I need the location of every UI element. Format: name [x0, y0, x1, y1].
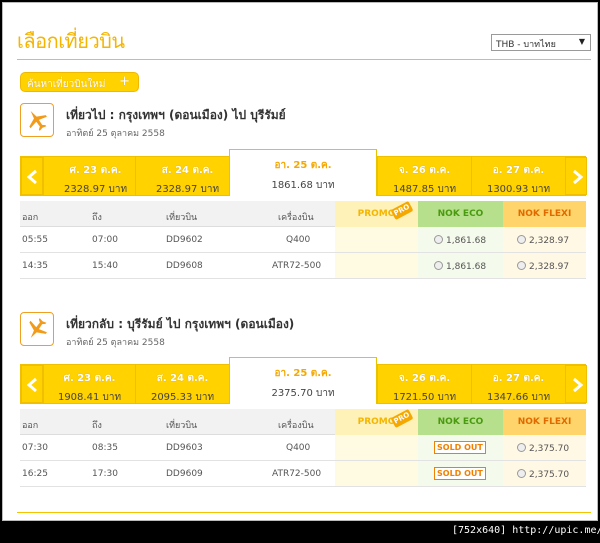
return-route-date: อาทิตย์ 25 ตุลาคม 2558	[66, 338, 165, 348]
flexi-fare-cell: 2,375.70	[503, 461, 586, 486]
promo-fare-header: PROMO PRO	[335, 408, 418, 435]
return-date-option[interactable]: ส. 24 ต.ค. 2095.33 บาท	[135, 365, 229, 403]
radio-button[interactable]	[517, 261, 526, 270]
outbound-date-strip: ศ. 23 ต.ค. 2328.97 บาท ส. 24 ต.ค. 2328.9…	[20, 149, 587, 196]
currency-select[interactable]: THB - บาทไทย ▼	[491, 34, 591, 51]
new-search-button[interactable]: ค้นหาเที่ยวบินใหม่ +	[20, 72, 139, 92]
outbound-date-option[interactable]: อ. 27 ต.ค. 1300.93 บาท	[471, 157, 565, 195]
radio-button[interactable]	[517, 469, 526, 478]
flight-header: เที่ยวบิน	[166, 213, 198, 223]
table-row: 16:25 17:30 DD9609 ATR72-500 SOLD OUT 2,…	[20, 461, 586, 487]
flight-header: เที่ยวบิน	[166, 421, 198, 431]
flexi-fare-option[interactable]: 2,375.70	[517, 469, 569, 480]
title-divider	[17, 59, 591, 60]
nok-eco-header: NOK ECO	[418, 201, 503, 227]
bottom-divider	[17, 512, 591, 513]
eco-fare-cell: SOLD OUT	[418, 435, 503, 460]
return-table-header: ออก ถึง เที่ยวบิน เครื่องบิน PROMO PRO N…	[20, 408, 586, 435]
arrive-header: ถึง	[92, 421, 102, 431]
chevron-right-icon	[573, 378, 583, 392]
outbound-route-title: เที่ยวไป : กรุงเทพฯ (ดอนเมือง) ไป บุรีรั…	[66, 108, 286, 122]
radio-button[interactable]	[517, 443, 526, 452]
flexi-fare-option[interactable]: 2,328.97	[517, 261, 569, 272]
nok-eco-header: NOK ECO	[418, 409, 503, 435]
return-prev-dates-button[interactable]	[21, 365, 43, 403]
eco-fare-cell: 1,861.68	[418, 227, 503, 252]
outbound-prev-dates-button[interactable]	[21, 157, 43, 195]
pro-tag-icon: PRO	[390, 200, 414, 221]
return-date-option-selected[interactable]: อา. 25 ต.ค. 2375.70 บาท	[229, 357, 377, 404]
flight-selection-page: เลือกเที่ยวบิน THB - บาทไทย ▼ ค้นหาเที่ย…	[2, 2, 598, 521]
table-row: 07:30 08:35 DD9603 Q400 SOLD OUT 2,375.7…	[20, 435, 586, 461]
departure-plane-icon	[20, 103, 54, 137]
return-date-option[interactable]: อ. 27 ต.ค. 1347.66 บาท	[471, 365, 565, 403]
eco-fare-cell: 1,861.68	[418, 253, 503, 278]
outbound-route-date: อาทิตย์ 25 ตุลาคม 2558	[66, 129, 165, 139]
promo-fare-cell	[335, 253, 418, 278]
return-date-strip: ศ. 23 ต.ค. 1908.41 บาท ส. 24 ต.ค. 2095.3…	[20, 357, 587, 404]
return-date-option[interactable]: ศ. 23 ต.ค. 1908.41 บาท	[43, 365, 135, 403]
arrive-header: ถึง	[92, 213, 102, 223]
chevron-left-icon	[27, 170, 37, 184]
chevron-right-icon	[573, 170, 583, 184]
eco-fare-option[interactable]: 1,861.68	[434, 261, 486, 272]
promo-fare-cell	[335, 227, 418, 252]
radio-button[interactable]	[434, 261, 443, 270]
eco-fare-cell: SOLD OUT	[418, 461, 503, 486]
pro-tag-icon: PRO	[390, 408, 414, 429]
outbound-date-option[interactable]: ส. 24 ต.ค. 2328.97 บาท	[135, 157, 239, 195]
flexi-fare-cell: 2,375.70	[503, 435, 586, 460]
promo-fare-cell	[335, 461, 418, 486]
table-row: 14:35 15:40 DD9608 ATR72-500 1,861.68 2,…	[20, 253, 586, 279]
plus-icon: +	[119, 74, 130, 89]
table-row: 05:55 07:00 DD9602 Q400 1,861.68 2,328.9…	[20, 227, 586, 253]
flexi-fare-option[interactable]: 2,375.70	[517, 443, 569, 454]
chevron-left-icon	[27, 378, 37, 392]
nok-flexi-header: NOK FLEXI	[503, 201, 586, 227]
eco-fare-option[interactable]: 1,861.68	[434, 235, 486, 246]
flexi-fare-cell: 2,328.97	[503, 227, 586, 252]
outbound-date-option[interactable]: จ. 26 ต.ค. 1487.85 บาท	[377, 157, 471, 195]
return-next-dates-button[interactable]	[565, 365, 587, 403]
radio-button[interactable]	[517, 235, 526, 244]
currency-selected-value: THB - บาทไทย	[496, 40, 556, 50]
flexi-fare-option[interactable]: 2,328.97	[517, 235, 569, 246]
return-date-option[interactable]: จ. 26 ต.ค. 1721.50 บาท	[377, 365, 471, 403]
arrival-plane-icon	[20, 312, 54, 346]
promo-fare-cell	[335, 435, 418, 460]
nok-flexi-header: NOK FLEXI	[503, 409, 586, 435]
image-host-watermark: [752x640] http://upic.me/	[452, 525, 600, 536]
depart-header: ออก	[22, 213, 39, 223]
outbound-table-header: ออก ถึง เที่ยวบิน เครื่องบิน PROMO PRO N…	[20, 200, 586, 227]
sold-out-badge: SOLD OUT	[434, 441, 486, 454]
page-title: เลือกเที่ยวบิน	[17, 29, 125, 53]
outbound-date-option[interactable]: ศ. 23 ต.ค. 2328.97 บาท	[43, 157, 147, 195]
radio-button[interactable]	[434, 235, 443, 244]
promo-fare-header: PROMO PRO	[335, 200, 418, 227]
aircraft-header: เครื่องบิน	[278, 421, 314, 431]
outbound-date-option-selected[interactable]: อา. 25 ต.ค. 1861.68 บาท	[229, 149, 377, 196]
sold-out-badge: SOLD OUT	[434, 467, 486, 480]
flexi-fare-cell: 2,328.97	[503, 253, 586, 278]
aircraft-header: เครื่องบิน	[278, 213, 314, 223]
return-route-title: เที่ยวกลับ : บุรีรัมย์ ไป กรุงเทพฯ (ดอนเ…	[66, 317, 295, 331]
chevron-down-icon: ▼	[578, 37, 585, 46]
outbound-next-dates-button[interactable]	[565, 157, 587, 195]
new-search-label: ค้นหาเที่ยวบินใหม่	[27, 79, 106, 90]
depart-header: ออก	[22, 421, 39, 431]
